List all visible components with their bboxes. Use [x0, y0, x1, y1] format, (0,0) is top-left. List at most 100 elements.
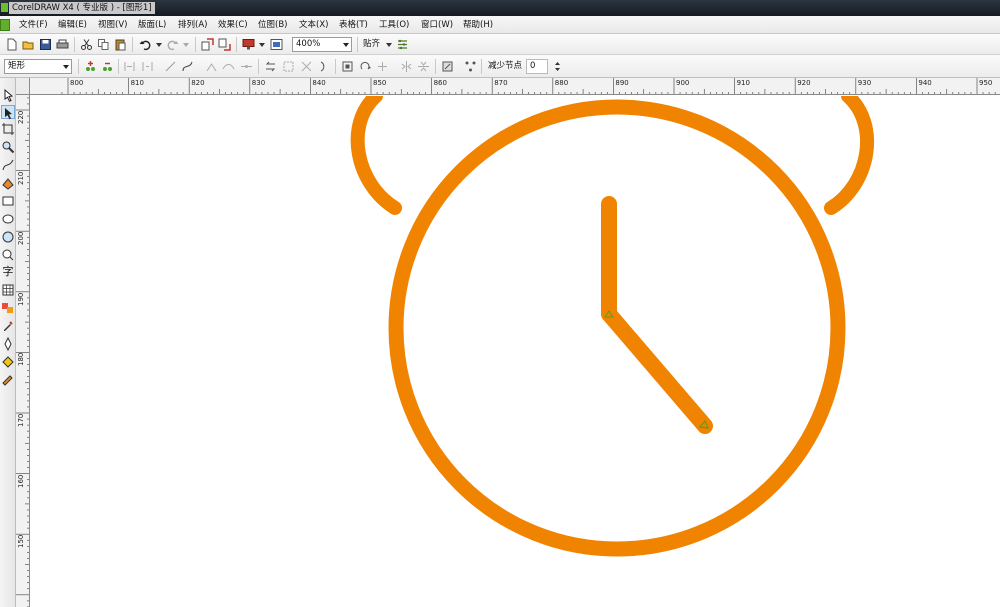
redo-icon[interactable] — [166, 38, 179, 51]
print-icon[interactable] — [56, 38, 69, 51]
join-nodes-icon[interactable] — [123, 60, 136, 73]
convert-to-line-icon[interactable] — [164, 60, 177, 73]
drawing-canvas[interactable] — [31, 96, 1000, 607]
ruler-label: 810 — [130, 79, 144, 87]
toolbar-separator — [335, 59, 336, 74]
spin-arrows-icon[interactable] — [551, 60, 564, 73]
snap-dropdown-icon[interactable] — [383, 38, 396, 51]
paste-icon[interactable] — [114, 38, 127, 51]
elastic-mode-icon[interactable] — [441, 60, 454, 73]
reduce-nodes-field[interactable]: 0 — [526, 59, 548, 74]
undo-icon[interactable] — [139, 38, 152, 51]
menu-help[interactable]: 帮助(H) — [463, 19, 493, 31]
zoom-level-combo[interactable]: 400% — [292, 37, 352, 52]
ellipse-tool-icon[interactable] — [1, 212, 15, 226]
application-launcher-icon[interactable] — [242, 38, 255, 51]
menu-tools[interactable]: 工具(O) — [379, 19, 409, 31]
outline-pen-icon[interactable] — [1, 337, 15, 351]
menu-file[interactable]: 文件(F) — [19, 19, 48, 31]
ruler-label: 170 — [17, 413, 25, 427]
open-icon[interactable] — [22, 38, 35, 51]
menu-arrange[interactable]: 排列(A) — [178, 19, 207, 31]
fill-tool-icon[interactable] — [1, 355, 15, 369]
add-node-icon[interactable] — [84, 60, 97, 73]
ruler-label: 910 — [736, 79, 750, 87]
toolbar-separator — [357, 37, 358, 52]
stretch-scale-nodes-icon[interactable] — [341, 60, 354, 73]
rectangle-tool-icon[interactable] — [1, 194, 15, 208]
ruler-label: 830 — [251, 79, 266, 87]
vertical-ruler[interactable]: 220 210 200 190 180 170 160 150 — [16, 95, 30, 607]
cut-icon[interactable] — [80, 38, 93, 51]
left-bell-arc — [350, 96, 402, 215]
interactive-blend-icon[interactable] — [1, 301, 15, 315]
menu-bitmaps[interactable]: 位图(B) — [258, 19, 287, 31]
table-tool-icon[interactable] — [1, 283, 15, 297]
reduce-nodes-value: 0 — [530, 61, 536, 71]
extend-curve-icon[interactable] — [282, 60, 295, 73]
import-icon[interactable] — [201, 38, 214, 51]
copy-icon[interactable] — [97, 38, 110, 51]
reflect-horizontal-icon[interactable] — [400, 60, 413, 73]
menu-bar: 文件(F) 编辑(E) 视图(V) 版面(L) 排列(A) 效果(C) 位图(B… — [0, 16, 1000, 34]
export-icon[interactable] — [218, 38, 231, 51]
menu-window[interactable]: 窗口(W) — [421, 19, 453, 31]
toolbar-separator — [435, 59, 436, 74]
ruler-label: 880 — [554, 79, 569, 87]
align-nodes-icon[interactable] — [376, 60, 389, 73]
symmetrical-node-icon[interactable] — [240, 60, 253, 73]
object-type-combo[interactable]: 矩形 — [4, 59, 72, 74]
menu-layout[interactable]: 版面(L) — [138, 19, 166, 31]
ruler-label: 800 — [70, 79, 84, 87]
options-icon[interactable] — [396, 38, 409, 51]
menu-view[interactable]: 视图(V) — [98, 19, 127, 31]
reverse-direction-icon[interactable] — [264, 60, 277, 73]
snap-to-label[interactable]: 贴齐 — [363, 38, 380, 50]
redo-dropdown-icon[interactable] — [180, 38, 193, 51]
toolbar-separator — [118, 59, 119, 74]
toolbar-separator — [78, 59, 79, 74]
document-control-icon[interactable] — [0, 19, 10, 31]
title-bar: CorelDRAW X4 ( 专业版 ) - [图形1] — [0, 0, 1000, 16]
interactive-fill-icon[interactable] — [1, 373, 15, 387]
menu-table[interactable]: 表格(T) — [339, 19, 368, 31]
rotate-skew-nodes-icon[interactable] — [359, 60, 372, 73]
eyedropper-icon[interactable] — [1, 319, 15, 333]
text-tool-icon[interactable]: 字 — [1, 265, 15, 279]
cusp-node-icon[interactable] — [205, 60, 218, 73]
menu-text[interactable]: 文本(X) — [299, 19, 328, 31]
smooth-node-icon[interactable] — [222, 60, 235, 73]
toolbar-separator — [132, 37, 133, 52]
launcher-dropdown-icon[interactable] — [256, 38, 269, 51]
extract-subpath-icon[interactable] — [300, 60, 313, 73]
ruler-origin[interactable] — [16, 78, 30, 95]
minute-hand — [601, 306, 713, 434]
reflect-vertical-icon[interactable] — [417, 60, 430, 73]
break-curve-icon[interactable] — [141, 60, 154, 73]
smart-fill-icon[interactable] — [1, 176, 15, 190]
delete-node-icon[interactable] — [101, 60, 114, 73]
welcome-screen-icon[interactable] — [270, 38, 283, 51]
pick-tool-icon[interactable] — [1, 88, 15, 102]
new-icon[interactable] — [5, 38, 18, 51]
save-icon[interactable] — [39, 38, 52, 51]
horizontal-ruler[interactable]: 800 810 820 830 840 850 860 870 880 890 900 910 920 9… — [30, 78, 1000, 95]
select-all-nodes-icon[interactable] — [464, 60, 477, 73]
ruler-label: 210 — [17, 171, 25, 185]
convert-to-curve-icon[interactable] — [181, 60, 194, 73]
zoom-tool-icon[interactable] — [1, 140, 15, 154]
polygon-tool-icon[interactable] — [1, 230, 15, 244]
menu-edit[interactable]: 编辑(E) — [58, 19, 87, 31]
auto-close-icon[interactable] — [317, 60, 330, 73]
shape-tool-icon[interactable] — [1, 105, 15, 120]
undo-dropdown-icon[interactable] — [153, 38, 166, 51]
ruler-label: 840 — [312, 79, 326, 87]
crop-tool-icon[interactable] — [1, 122, 15, 136]
right-bell-arc — [824, 96, 875, 215]
ruler-label: 950 — [979, 79, 993, 87]
menu-effects[interactable]: 效果(C) — [218, 19, 248, 31]
basic-shapes-icon[interactable] — [1, 248, 15, 262]
chevron-down-icon — [343, 43, 349, 47]
freehand-tool-icon[interactable] — [1, 158, 15, 172]
alarm-clock-drawing[interactable] — [31, 96, 1000, 607]
